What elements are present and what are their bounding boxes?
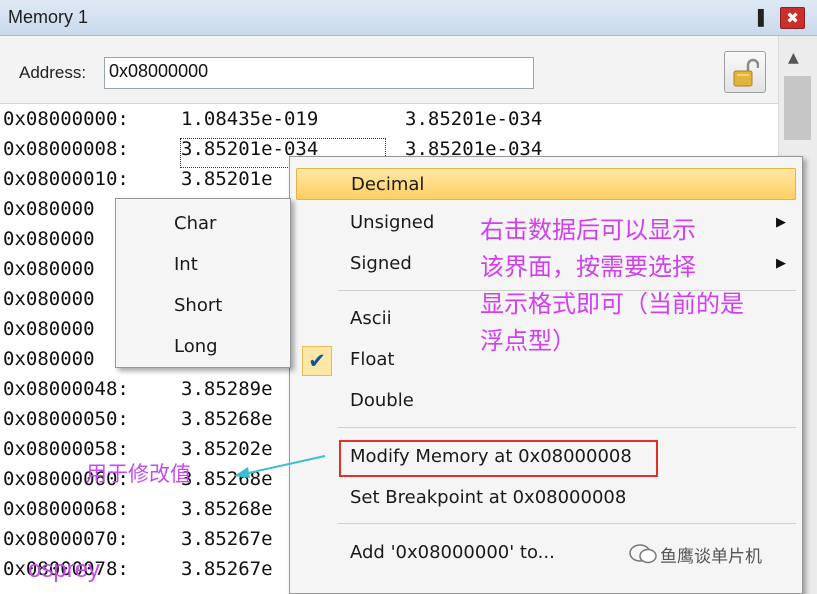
memory-address: 0x08000008: [3, 138, 129, 160]
memory-value[interactable]: 3.85267e [181, 528, 273, 550]
memory-value[interactable]: 1.08435e-019 [181, 108, 318, 130]
menu-item-set-breakpoint[interactable]: Set Breakpoint at 0x08000008 [350, 482, 626, 514]
memory-address: 0x08000048: [3, 378, 129, 400]
menu-item-add-to[interactable]: Add '0x08000000' to... [350, 537, 555, 569]
menu-item-float[interactable]: Float [350, 344, 394, 376]
author-mark: osprey [28, 556, 101, 583]
submenu-item-long[interactable]: Long [174, 332, 218, 362]
data-size-submenu: Char Int Short Long [115, 198, 291, 368]
memory-value[interactable]: 3.85268e [181, 408, 273, 430]
modify-memory-highlight-box [339, 440, 658, 477]
address-label: Address: [19, 63, 87, 82]
submenu-item-char[interactable]: Char [174, 209, 216, 239]
annotation-line: 浮点型） [480, 327, 576, 355]
checkmark-icon: ✔ [302, 346, 332, 376]
annotation-line: 右击数据后可以显示 [480, 216, 696, 244]
scroll-up-icon[interactable]: ▲ [788, 50, 799, 66]
memory-address: 0x080000 [3, 288, 95, 310]
memory-address: 0x080000 [3, 348, 95, 370]
memory-address: 0x08000070: [3, 528, 129, 550]
pin-icon[interactable]: ▐ [746, 6, 770, 30]
memory-address: 0x08000010: [3, 168, 129, 190]
memory-address: 0x080000 [3, 258, 95, 280]
menu-item-signed[interactable]: Signed [350, 248, 412, 280]
menu-separator [338, 427, 796, 428]
submenu-item-int[interactable]: Int [174, 250, 198, 280]
menu-item-double[interactable]: Double [350, 385, 414, 417]
memory-address: 0x080000 [3, 198, 95, 220]
modify-annotation: 用于修改值 [86, 462, 191, 486]
menu-item-ascii[interactable]: Ascii [350, 303, 392, 335]
annotation-note: 右击数据后可以显示 该界面，按需要选择 显示格式即可（当前的是 浮点型） [480, 212, 810, 360]
menu-separator [338, 523, 796, 524]
memory-address: 0x08000058: [3, 438, 129, 460]
memory-address: 0x08000000: [3, 108, 129, 130]
menu-item-unsigned[interactable]: Unsigned [350, 207, 434, 239]
menu-item-decimal[interactable]: Decimal [296, 168, 796, 200]
watermark: 鱼鹰谈单片机 [660, 547, 762, 567]
annotation-line: 显示格式即可（当前的是 [480, 290, 744, 318]
address-bar: Address: 0x08000000 [0, 36, 778, 104]
memory-address: 0x08000050: [3, 408, 129, 430]
submenu-item-short[interactable]: Short [174, 291, 222, 321]
memory-window: Memory 1 ▐ ✖ Address: 0x08000000 ▲ 0x080… [0, 0, 817, 594]
window-title: Memory 1 [8, 7, 89, 27]
memory-address: 0x080000 [3, 228, 95, 250]
title-bar: Memory 1 ▐ ✖ [0, 0, 817, 36]
memory-address: 0x08000068: [3, 498, 129, 520]
scroll-thumb[interactable] [784, 76, 811, 140]
memory-value[interactable]: 3.85201e-034 [405, 108, 542, 130]
close-button[interactable]: ✖ [780, 7, 805, 29]
annotation-arrow-icon [234, 455, 326, 478]
wechat-icon [629, 544, 657, 564]
memory-value[interactable]: 3.85289e [181, 378, 273, 400]
annotation-line: 该界面，按需要选择 [480, 253, 696, 281]
memory-value[interactable]: 3.85201e [181, 168, 273, 190]
address-input[interactable]: 0x08000000 [104, 57, 534, 89]
lock-button[interactable] [724, 51, 766, 93]
memory-address: 0x080000 [3, 318, 95, 340]
unlock-icon [733, 58, 759, 87]
memory-value[interactable]: 3.85268e [181, 498, 273, 520]
memory-value[interactable]: 3.85267e [181, 558, 273, 580]
